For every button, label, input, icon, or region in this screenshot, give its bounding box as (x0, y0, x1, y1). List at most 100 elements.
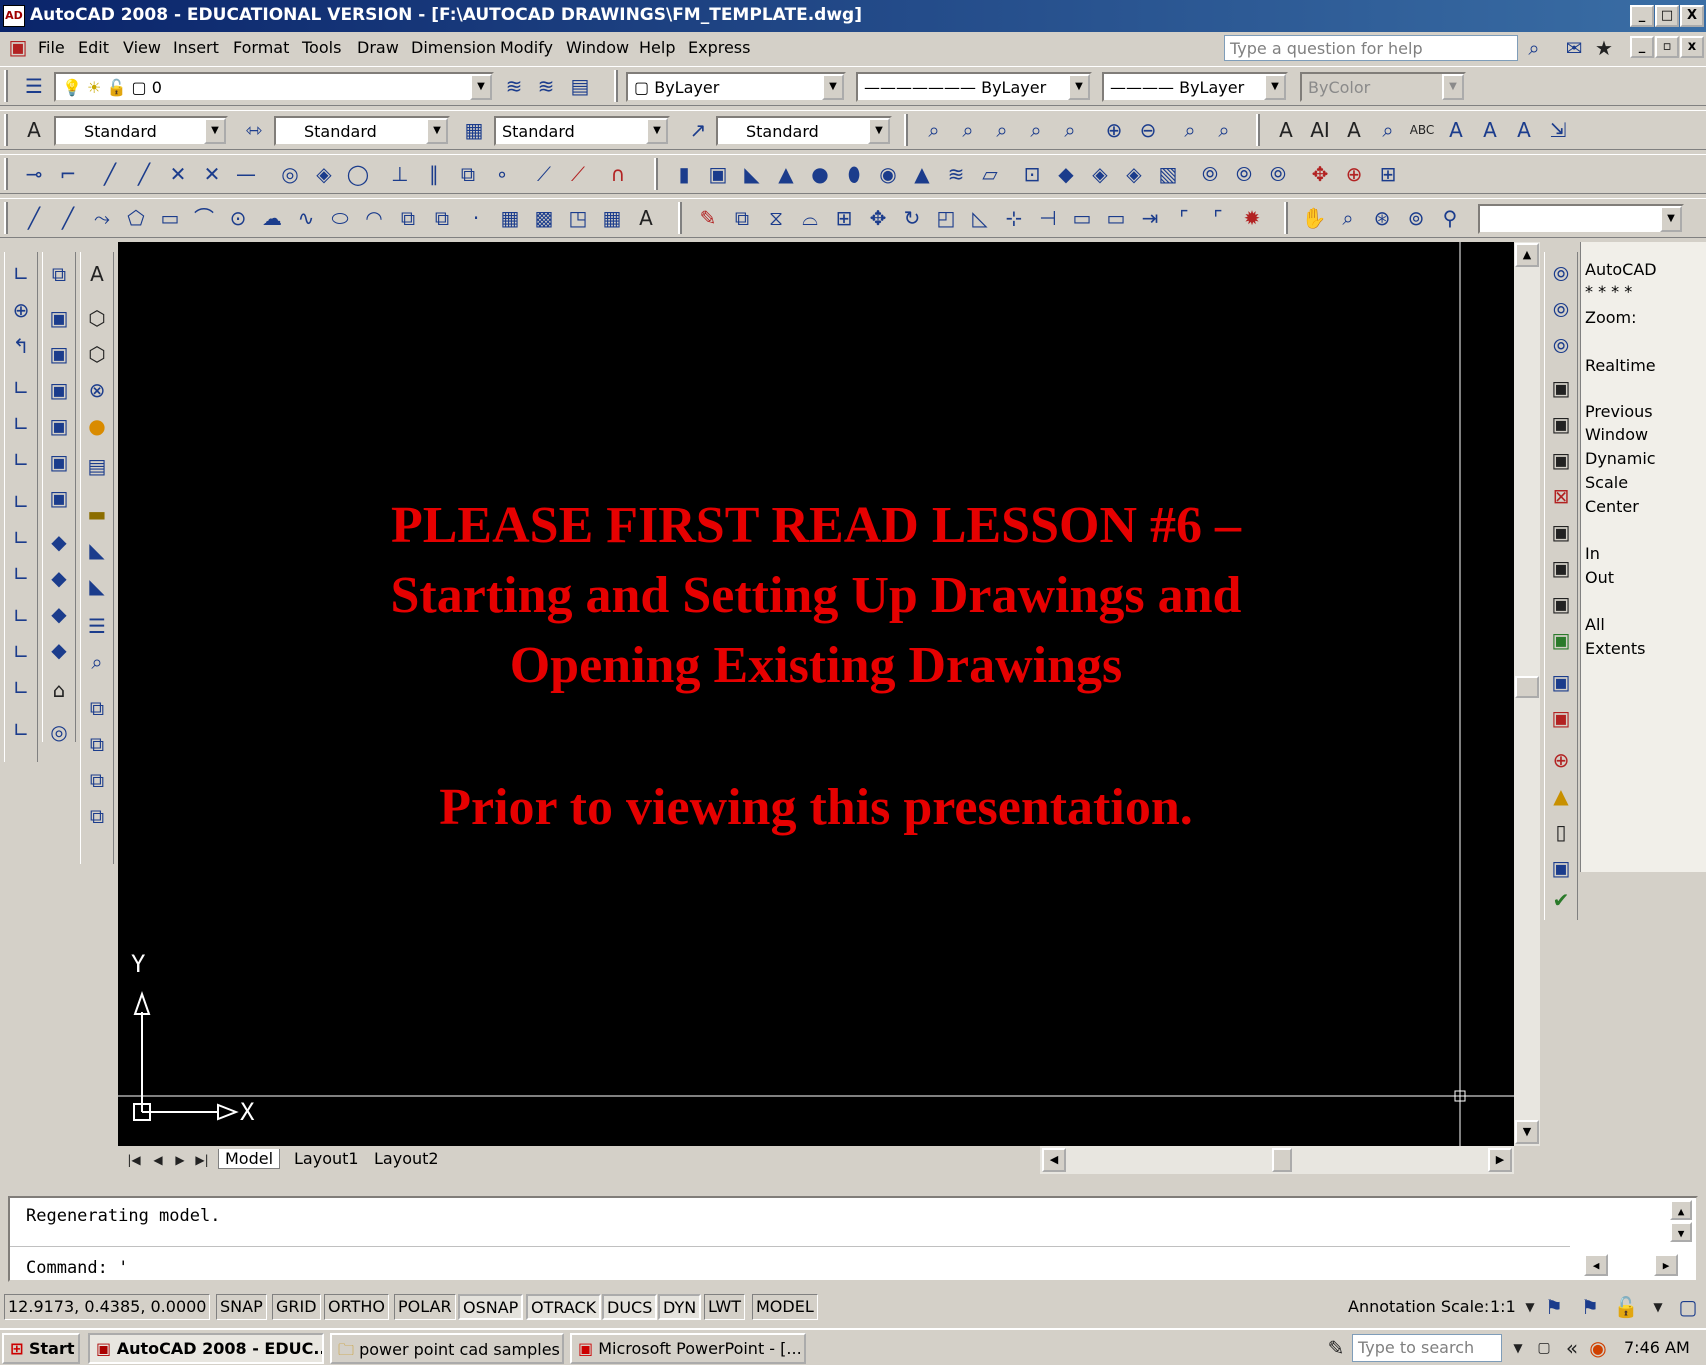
fillet-icon[interactable]: ⌜ (1204, 204, 1232, 232)
chevron-down-icon[interactable]: ▼ (470, 74, 492, 100)
snap-toggle[interactable]: SNAP (216, 1294, 267, 1320)
scroll-right-icon[interactable]: ▶ (1488, 1148, 1512, 1172)
dim-style-dropdown[interactable]: Standard ▼ (274, 116, 450, 146)
menu-help[interactable]: Help (639, 38, 675, 57)
zoom-option-out[interactable]: Out (1585, 568, 1614, 587)
chevron-down-icon[interactable]: ▼ (426, 118, 448, 144)
intersect-icon[interactable]: ⦾ (1264, 160, 1292, 188)
text-style-icon[interactable]: A (20, 116, 48, 144)
top-view-icon[interactable]: ▣ (45, 304, 73, 332)
tab-layout1[interactable]: Layout1 (288, 1149, 365, 1168)
3d-align-icon[interactable]: ⊞ (1374, 160, 1402, 188)
snap-none-icon[interactable]: ⟋ (564, 160, 592, 188)
chevron-down-icon[interactable]: ▼ (204, 118, 226, 144)
front-view-icon[interactable]: ▣ (45, 448, 73, 476)
viewport-object-icon[interactable]: ⧉ (83, 766, 111, 794)
scroll-up-icon[interactable]: ▲ (1515, 243, 1539, 267)
make-object-layer-current-icon[interactable]: ≋ (500, 72, 528, 100)
chevron-down-icon[interactable]: ▼ (822, 74, 844, 100)
menu-edit[interactable]: Edit (78, 38, 109, 57)
zoom-option-window[interactable]: Window (1585, 425, 1648, 444)
copy-edges-icon[interactable]: ▣ (1547, 668, 1575, 696)
ellipse-icon[interactable]: ⬭ (326, 204, 354, 232)
snap-midpoint-icon[interactable]: ╱ (130, 160, 158, 188)
subtract-icon[interactable]: ⦾ (1547, 296, 1575, 324)
camera-icon[interactable]: ⌂ (45, 676, 73, 704)
lineweight-control-dropdown[interactable]: ———— ByLayer ▼ (1102, 72, 1288, 102)
ortho-toggle[interactable]: ORTHO (324, 1294, 389, 1320)
union-icon[interactable]: ⦾ (1196, 160, 1224, 188)
delete-faces-icon[interactable]: ⊠ (1547, 482, 1575, 510)
move-icon[interactable]: ✥ (864, 204, 892, 232)
zoom-dynamic-icon[interactable]: ⌕ (1022, 116, 1050, 144)
zoom-realtime-icon[interactable]: ⌕ (1334, 204, 1362, 232)
3d-move-icon[interactable]: ✥ (1306, 160, 1334, 188)
ucs-object-icon[interactable]: ∟ (7, 410, 35, 438)
imprint-icon[interactable]: ⊕ (1547, 746, 1575, 774)
mirror-icon[interactable]: ⧖ (762, 204, 790, 232)
snap-nearest-icon[interactable]: ⟋ (530, 160, 558, 188)
taskbar-autocad-button[interactable]: ▣ AutoCAD 2008 - EDUC... (88, 1333, 324, 1364)
back-view-icon[interactable]: ▣ (45, 484, 73, 512)
snap-tangent-icon[interactable]: ◯ (344, 160, 372, 188)
render-icon[interactable]: ◣ (83, 536, 111, 564)
spline-icon[interactable]: ∿ (292, 204, 320, 232)
break-icon[interactable]: ▭ (1102, 204, 1130, 232)
layer-manager-icon[interactable]: ☰ (20, 72, 48, 100)
measure-icon[interactable]: ▬ (83, 500, 111, 528)
chevron-down-icon[interactable]: ▼ (868, 118, 890, 144)
color-edges-icon[interactable]: ▣ (1547, 704, 1575, 732)
insert-block-icon[interactable]: ⧉ (394, 204, 422, 232)
pyramid-icon[interactable]: ▲ (908, 160, 936, 188)
planar-surface-icon[interactable]: ▱ (976, 160, 1004, 188)
snap-node-icon[interactable]: ∘ (488, 160, 516, 188)
snap-parallel-icon[interactable]: ∥ (420, 160, 448, 188)
dimension-style-icon[interactable]: ⇿ (240, 116, 268, 144)
properties-icon[interactable]: ☰ (83, 612, 111, 640)
zoom-option-scale[interactable]: Scale (1585, 473, 1628, 492)
subtract-icon[interactable]: ⦾ (1230, 160, 1258, 188)
explode-icon[interactable]: ✹ (1238, 204, 1266, 232)
offset-faces-icon[interactable]: ▣ (1547, 446, 1575, 474)
2d-wireframe-icon[interactable]: ⬡ (83, 304, 111, 332)
realistic-style-icon[interactable]: ● (83, 412, 111, 440)
autocad-icon[interactable]: AD (3, 5, 25, 27)
zoom-option-realtime[interactable]: Realtime (1585, 356, 1656, 375)
snap-perpendicular-icon[interactable]: ⊥ (386, 160, 414, 188)
point-icon[interactable]: · (462, 204, 490, 232)
ne-iso-icon[interactable]: ◆ (45, 600, 73, 628)
start-button[interactable]: ⊞ Start (2, 1333, 80, 1364)
circle-icon[interactable]: ⊙ (224, 204, 252, 232)
doc-close-button[interactable]: x (1680, 36, 1704, 58)
lwt-toggle[interactable]: LWT (704, 1294, 746, 1320)
multileader-style-dropdown[interactable]: Standard ▼ (716, 116, 892, 146)
intersect-icon[interactable]: ⦾ (1547, 332, 1575, 360)
text-style-dropdown[interactable]: Standard ▼ (54, 116, 228, 146)
annotation-scale-value[interactable]: 1:1 (1490, 1297, 1516, 1316)
polygon-icon[interactable]: ⬠ (122, 204, 150, 232)
command-prompt-input[interactable]: Command: ' (26, 1258, 128, 1278)
menu-file[interactable]: File (38, 38, 65, 57)
linetype-control-dropdown[interactable]: ——————— ByLayer ▼ (856, 72, 1092, 102)
multiline-text-icon[interactable]: A (1272, 116, 1300, 144)
justify-text-icon[interactable]: A (1510, 116, 1538, 144)
snap-center-icon[interactable]: ◎ (276, 160, 304, 188)
text-style-icon[interactable]: A (1442, 116, 1470, 144)
coordinates-display[interactable]: 12.9173, 0.4385, 0.0000 (4, 1294, 210, 1320)
region-icon[interactable]: ◳ (564, 204, 592, 232)
table-icon[interactable]: ▦ (598, 204, 626, 232)
cone-icon[interactable]: ▲ (772, 160, 800, 188)
copy-icon[interactable]: ⧉ (728, 204, 756, 232)
help-search-input[interactable]: Type a question for help (1224, 35, 1518, 61)
grid-toggle[interactable]: GRID (272, 1294, 321, 1320)
bottom-view-icon[interactable]: ▣ (45, 340, 73, 368)
snap-apparent-intersection-icon[interactable]: ✕ (198, 160, 226, 188)
pen-icon[interactable]: ✎ (1322, 1334, 1350, 1362)
viewport-clip-icon[interactable]: ⧉ (83, 802, 111, 830)
3d-rotate-icon[interactable]: ⊕ (1340, 160, 1368, 188)
zoom-all-icon[interactable]: ⌕ (1176, 116, 1204, 144)
menu-tools[interactable]: Tools (302, 38, 341, 57)
ellipse-arc-icon[interactable]: ◠ (360, 204, 388, 232)
stretch-icon[interactable]: ◺ (966, 204, 994, 232)
zoom-option-in[interactable]: In (1585, 544, 1600, 563)
